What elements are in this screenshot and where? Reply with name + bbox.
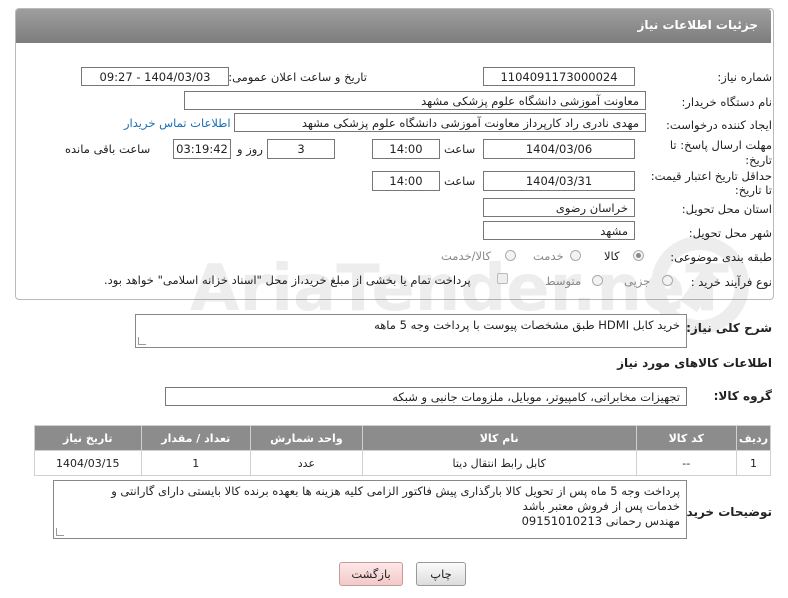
description-textarea[interactable]: خرید کابل HDMI طبق مشخصات پیوست با پرداخ… — [135, 314, 687, 348]
description-text: خرید کابل HDMI طبق مشخصات پیوست با پرداخ… — [374, 318, 680, 332]
goods-group-field[interactable]: تجهیزات مخابراتی، کامپیوتر، موبایل، ملزو… — [165, 387, 687, 406]
province-label: استان محل تحویل: — [681, 202, 772, 216]
buyer-notes-line-1: پرداخت وجه 5 ماه پس از تحویل کالا بارگذا… — [111, 484, 680, 498]
buyer-notes-line-2: خدمات پس از فروش معتبر باشد — [522, 499, 680, 513]
goods-section-title: اطلاعات کالاهای مورد نیاز — [617, 356, 772, 370]
category-radio-both[interactable] — [505, 250, 516, 261]
announce-label: تاریخ و ساعت اعلان عمومی: — [228, 70, 367, 84]
goods-table: ردیف کد کالا نام کالا واحد شمارش تعداد /… — [34, 425, 772, 476]
resize-grip-icon[interactable] — [56, 528, 64, 536]
validity-time-label: ساعت — [444, 174, 476, 188]
deadline-time-field[interactable]: 14:00 — [372, 139, 440, 159]
buyer-notes-line-3: مهندس رحمانی 09151010213 — [521, 514, 680, 528]
process-radio-minor[interactable] — [662, 275, 673, 286]
payment-note: پرداخت تمام یا بخشی از مبلغ خرید،از محل … — [104, 273, 471, 287]
process-label: نوع فرآیند خرید : — [690, 275, 772, 289]
cell-name: کابل رابط انتقال دیتا — [361, 450, 637, 476]
col-row: ردیف — [735, 425, 772, 451]
print-button[interactable]: چاپ — [416, 562, 466, 586]
category-option-service: خدمت — [533, 249, 564, 263]
need-number-label: شماره نیاز: — [717, 70, 772, 84]
validity-time-field[interactable]: 14:00 — [372, 171, 440, 191]
process-radio-medium[interactable] — [592, 275, 603, 286]
validity-label-2: تا تاریخ: — [734, 183, 772, 197]
table-row[interactable]: 1 -- کابل رابط انتقال دیتا عدد 1 1404/03… — [34, 450, 772, 476]
buyer-org-label: نام دستگاه خریدار: — [681, 95, 772, 109]
cell-code: -- — [635, 450, 737, 476]
description-label: شرح کلی نیاز: — [686, 321, 772, 335]
panel-title: جزئیات اطلاعات نیاز — [637, 18, 758, 32]
category-option-both: کالا/خدمت — [441, 249, 492, 263]
deadline-time-label: ساعت — [444, 142, 476, 156]
deadline-label-2: تاریخ: — [745, 153, 772, 167]
process-option-minor: جزیی — [624, 274, 651, 288]
buyer-notes-textarea[interactable]: پرداخت وجه 5 ماه پس از تحویل کالا بارگذا… — [53, 480, 687, 539]
days-label: روز و — [237, 142, 263, 156]
cell-qty: 1 — [140, 450, 252, 476]
col-qty: تعداد / مقدار — [140, 425, 252, 451]
days-field[interactable]: 3 — [267, 139, 335, 159]
category-radio-goods[interactable] — [633, 250, 644, 261]
table-header-row: ردیف کد کالا نام کالا واحد شمارش تعداد /… — [34, 425, 772, 451]
cell-row: 1 — [735, 450, 772, 476]
back-button[interactable]: بازگشت — [339, 562, 403, 586]
cell-unit: عدد — [250, 450, 363, 476]
province-field[interactable]: خراسان رضوی — [483, 198, 635, 217]
remaining-time-field[interactable]: 03:19:42 — [173, 139, 231, 159]
process-option-medium: متوسط — [545, 274, 582, 288]
buyer-contact-link[interactable]: اطلاعات تماس خریدار — [124, 116, 231, 130]
remaining-label: ساعت باقی مانده — [65, 142, 151, 156]
announce-datetime-field[interactable]: 1404/03/03 - 09:27 — [81, 67, 229, 86]
col-unit: واحد شمارش — [250, 425, 363, 451]
category-option-goods: کالا — [604, 249, 620, 263]
need-number-field[interactable]: 1104091173000024 — [483, 67, 635, 86]
city-label: شهر محل تحویل: — [688, 226, 772, 240]
deadline-label: مهلت ارسال پاسخ: تا — [669, 138, 772, 152]
creator-label: ایجاد کننده درخواست: — [666, 118, 772, 132]
creator-field[interactable]: مهدی نادری راد کارپرداز معاونت آموزشی دا… — [234, 113, 646, 132]
col-date: تاریخ نیاز — [34, 425, 142, 451]
deadline-date-field[interactable]: 1404/03/06 — [483, 139, 635, 159]
col-code: کد کالا — [635, 425, 737, 451]
payment-checkbox[interactable] — [497, 273, 508, 284]
buyer-org-field[interactable]: معاونت آموزشی دانشگاه علوم پزشکی مشهد — [184, 91, 646, 110]
cell-date: 1404/03/15 — [34, 450, 142, 476]
category-radio-service[interactable] — [570, 250, 581, 261]
col-name: نام کالا — [361, 425, 637, 451]
validity-label: حداقل تاریخ اعتبار قیمت: — [650, 169, 772, 183]
city-field[interactable]: مشهد — [483, 221, 635, 240]
resize-grip-icon[interactable] — [138, 337, 146, 345]
category-label: طبقه بندی موضوعی: — [670, 250, 772, 264]
validity-date-field[interactable]: 1404/03/31 — [483, 171, 635, 191]
goods-group-label: گروه کالا: — [713, 389, 772, 403]
